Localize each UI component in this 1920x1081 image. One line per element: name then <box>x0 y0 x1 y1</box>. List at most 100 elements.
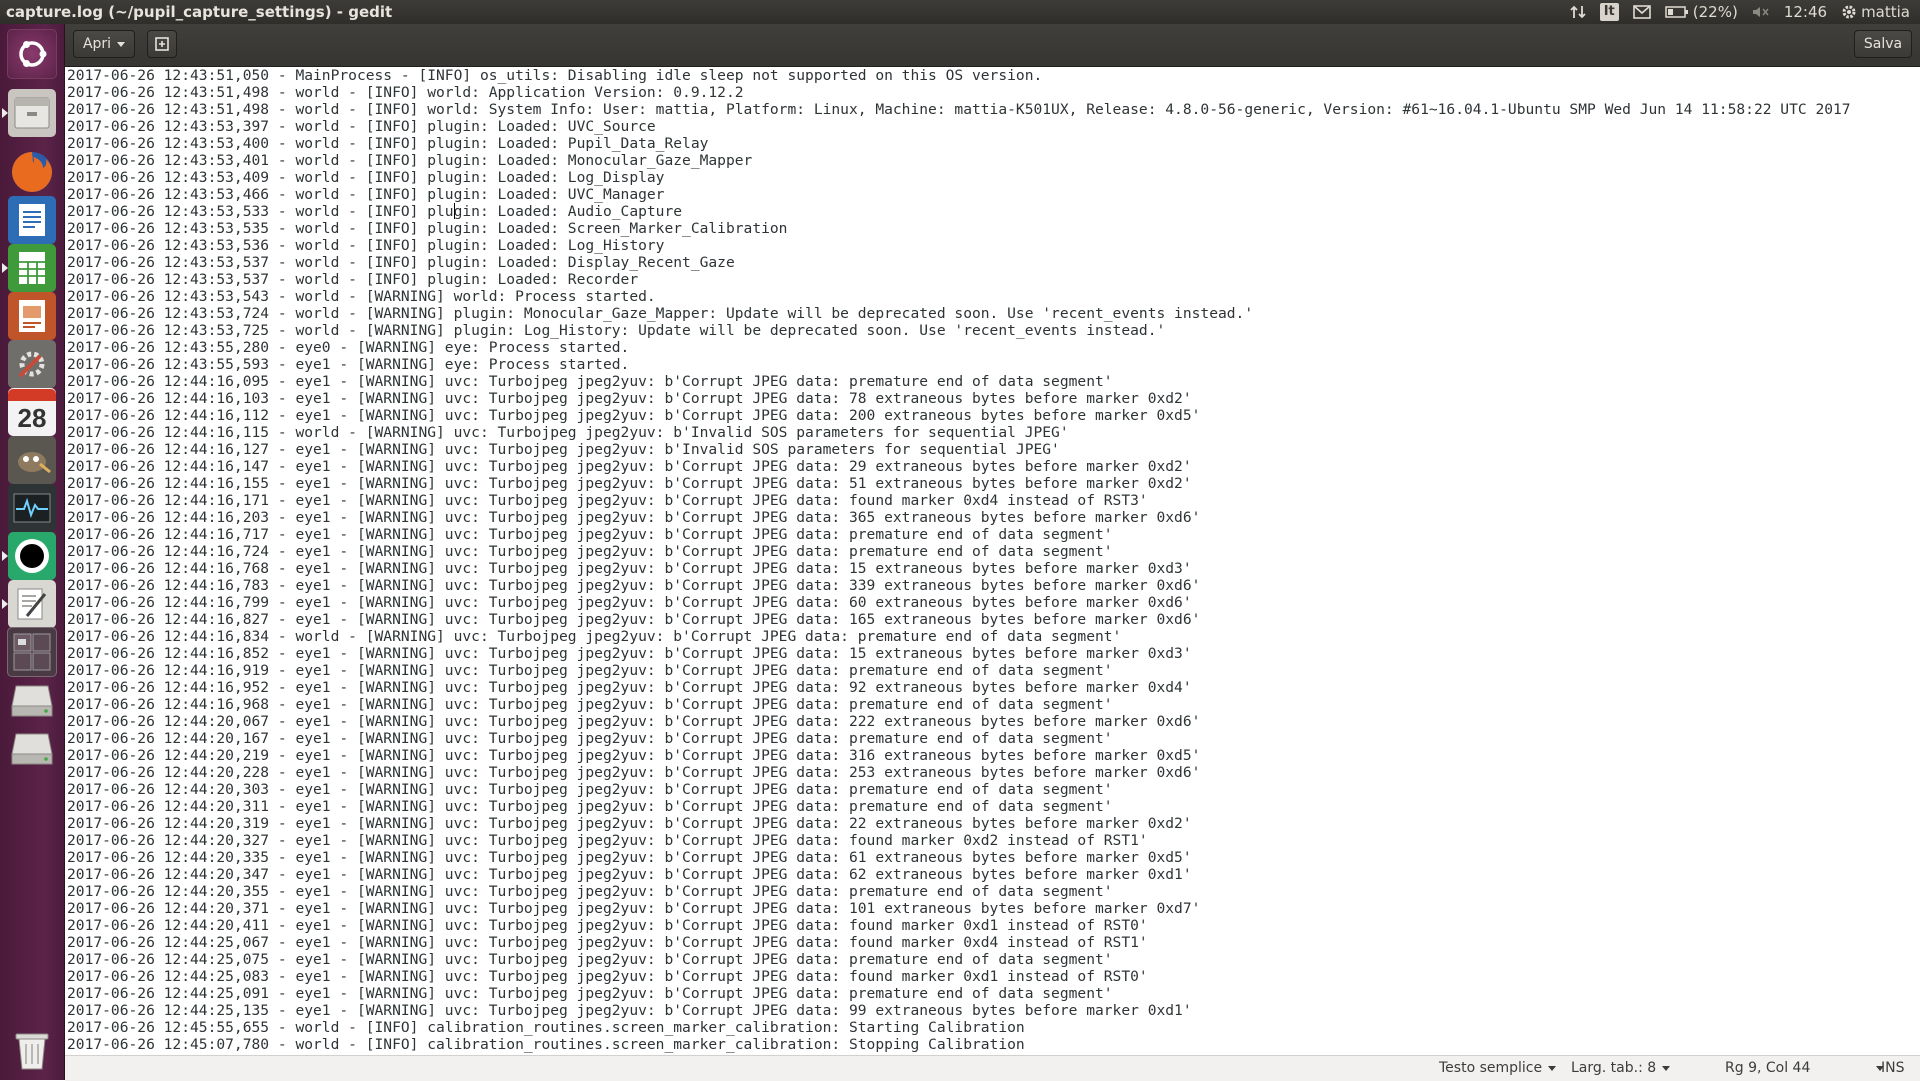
log-line[interactable]: 2017-06-26 12:43:55,280 - eye0 - [WARNIN… <box>67 339 1920 356</box>
log-line[interactable]: 2017-06-26 12:44:16,127 - eye1 - [WARNIN… <box>67 441 1920 458</box>
log-line[interactable]: 2017-06-26 12:44:20,067 - eye1 - [WARNIN… <box>67 713 1920 730</box>
log-line[interactable]: 2017-06-26 12:44:16,827 - eye1 - [WARNIN… <box>67 611 1920 628</box>
header-bar: Apri Salva <box>65 24 1920 67</box>
open-button-label: Apri <box>82 36 112 52</box>
log-line[interactable]: 2017-06-26 12:44:16,112 - eye1 - [WARNIN… <box>67 407 1920 424</box>
dash-button[interactable] <box>6 28 58 80</box>
sound-indicator[interactable] <box>1752 5 1770 19</box>
log-content[interactable]: 2017-06-26 12:43:51,050 - MainProcess - … <box>65 67 1920 1053</box>
log-line[interactable]: 2017-06-26 12:44:16,724 - eye1 - [WARNIN… <box>67 543 1920 560</box>
clock[interactable]: 12:46 <box>1784 3 1827 21</box>
syntax-selector[interactable]: Testo semplice <box>1439 1060 1557 1076</box>
messaging-indicator[interactable] <box>1632 5 1651 19</box>
pupil-launcher[interactable] <box>2 530 58 582</box>
log-line[interactable]: 2017-06-26 12:43:53,533 - world - [INFO]… <box>67 203 1920 220</box>
log-line[interactable]: 2017-06-26 12:43:53,409 - world - [INFO]… <box>67 169 1920 186</box>
running-indicator <box>2 108 8 118</box>
log-line[interactable]: 2017-06-26 12:44:25,135 - eye1 - [WARNIN… <box>67 1002 1920 1019</box>
log-line[interactable]: 2017-06-26 12:44:25,067 - eye1 - [WARNIN… <box>67 934 1920 951</box>
trash-launcher[interactable] <box>6 1024 58 1076</box>
log-line[interactable]: 2017-06-26 12:43:53,537 - world - [INFO]… <box>67 271 1920 288</box>
save-button[interactable]: Salva <box>1854 30 1912 58</box>
log-line[interactable]: 2017-06-26 12:44:16,768 - eye1 - [WARNIN… <box>67 560 1920 577</box>
log-line[interactable]: 2017-06-26 12:44:20,303 - eye1 - [WARNIN… <box>67 781 1920 798</box>
calendar-launcher[interactable]: 28 <box>6 386 58 438</box>
session-menu[interactable]: mattia <box>1841 3 1910 21</box>
firefox-icon <box>12 152 52 192</box>
log-line[interactable]: 2017-06-26 12:44:25,091 - eye1 - [WARNIN… <box>67 985 1920 1002</box>
gimp-launcher[interactable] <box>6 434 58 486</box>
impress-launcher[interactable] <box>6 290 58 342</box>
files-launcher[interactable] <box>2 87 58 139</box>
log-line[interactable]: 2017-06-26 12:44:16,919 - eye1 - [WARNIN… <box>67 662 1920 679</box>
log-line[interactable]: 2017-06-26 12:44:20,347 - eye1 - [WARNIN… <box>67 866 1920 883</box>
log-line[interactable]: 2017-06-26 12:43:53,537 - world - [INFO]… <box>67 254 1920 271</box>
syntax-label: Testo semplice <box>1439 1060 1543 1076</box>
writer-launcher[interactable] <box>6 194 58 246</box>
log-line[interactable]: 2017-06-26 12:43:53,725 - world - [WARNI… <box>67 322 1920 339</box>
log-line[interactable]: 2017-06-26 12:44:20,411 - eye1 - [WARNIN… <box>67 917 1920 934</box>
log-line[interactable]: 2017-06-26 12:43:53,401 - world - [INFO]… <box>67 152 1920 169</box>
log-line[interactable]: 2017-06-26 12:44:16,799 - eye1 - [WARNIN… <box>67 594 1920 611</box>
keyboard-indicator[interactable]: It <box>1599 3 1619 21</box>
log-line[interactable]: 2017-06-26 12:44:16,171 - eye1 - [WARNIN… <box>67 492 1920 509</box>
log-line[interactable]: 2017-06-26 12:44:16,952 - eye1 - [WARNIN… <box>67 679 1920 696</box>
log-line[interactable]: 2017-06-26 12:44:20,167 - eye1 - [WARNIN… <box>67 730 1920 747</box>
text-editor-icon <box>17 588 47 620</box>
log-line[interactable]: 2017-06-26 12:44:16,852 - eye1 - [WARNIN… <box>67 645 1920 662</box>
chevron-down-icon <box>117 41 126 47</box>
log-line[interactable]: 2017-06-26 12:43:53,536 - world - [INFO]… <box>67 237 1920 254</box>
log-line[interactable]: 2017-06-26 12:44:20,228 - eye1 - [WARNIN… <box>67 764 1920 781</box>
cursor-position[interactable]: Rg 9, Col 44 <box>1725 1060 1885 1076</box>
drive-launcher-2[interactable] <box>6 722 58 774</box>
log-line[interactable]: 2017-06-26 12:45:55,655 - world - [INFO]… <box>67 1019 1920 1036</box>
log-line[interactable]: 2017-06-26 12:44:20,311 - eye1 - [WARNIN… <box>67 798 1920 815</box>
battery-indicator[interactable]: (22%) <box>1665 3 1738 21</box>
text-editor-area[interactable]: 2017-06-26 12:43:51,050 - MainProcess - … <box>65 67 1920 1055</box>
log-line[interactable]: 2017-06-26 12:44:16,147 - eye1 - [WARNIN… <box>67 458 1920 475</box>
log-line[interactable]: 2017-06-26 12:43:53,397 - world - [INFO]… <box>67 118 1920 135</box>
log-line[interactable]: 2017-06-26 12:44:16,717 - eye1 - [WARNIN… <box>67 526 1920 543</box>
log-line[interactable]: 2017-06-26 12:44:20,335 - eye1 - [WARNIN… <box>67 849 1920 866</box>
network-indicator[interactable] <box>1570 4 1586 20</box>
settings-launcher[interactable] <box>6 338 58 390</box>
log-line[interactable]: 2017-06-26 12:44:16,968 - eye1 - [WARNIN… <box>67 696 1920 713</box>
new-document-button[interactable] <box>147 30 177 58</box>
log-line[interactable]: 2017-06-26 12:45:07,780 - world - [INFO]… <box>67 1036 1920 1053</box>
log-line[interactable]: 2017-06-26 12:44:16,103 - eye1 - [WARNIN… <box>67 390 1920 407</box>
tab-width-selector[interactable]: Larg. tab.: 8 <box>1571 1060 1671 1076</box>
log-line[interactable]: 2017-06-26 12:43:55,593 - eye1 - [WARNIN… <box>67 356 1920 373</box>
log-line[interactable]: 2017-06-26 12:44:16,095 - eye1 - [WARNIN… <box>67 373 1920 390</box>
log-line[interactable]: 2017-06-26 12:44:20,355 - eye1 - [WARNIN… <box>67 883 1920 900</box>
log-line[interactable]: 2017-06-26 12:44:16,115 - world - [WARNI… <box>67 424 1920 441</box>
log-line[interactable]: 2017-06-26 12:44:25,083 - eye1 - [WARNIN… <box>67 968 1920 985</box>
status-bar: Testo semplice Larg. tab.: 8 Rg 9, Col 4… <box>65 1055 1920 1081</box>
log-line[interactable]: 2017-06-26 12:44:20,319 - eye1 - [WARNIN… <box>67 815 1920 832</box>
log-line[interactable]: 2017-06-26 12:43:53,543 - world - [WARNI… <box>67 288 1920 305</box>
drive-launcher-1[interactable] <box>6 674 58 726</box>
log-line[interactable]: 2017-06-26 12:44:16,155 - eye1 - [WARNIN… <box>67 475 1920 492</box>
calc-launcher[interactable] <box>2 242 58 294</box>
log-line[interactable]: 2017-06-26 12:44:16,203 - eye1 - [WARNIN… <box>67 509 1920 526</box>
log-line[interactable]: 2017-06-26 12:43:53,535 - world - [INFO]… <box>67 220 1920 237</box>
gedit-launcher[interactable] <box>2 578 58 630</box>
open-button[interactable]: Apri <box>73 30 135 58</box>
log-line[interactable]: 2017-06-26 12:44:25,075 - eye1 - [WARNIN… <box>67 951 1920 968</box>
firefox-launcher[interactable] <box>6 146 58 198</box>
system-monitor-launcher[interactable] <box>6 482 58 534</box>
log-line[interactable]: 2017-06-26 12:43:53,724 - world - [WARNI… <box>67 305 1920 322</box>
log-line[interactable]: 2017-06-26 12:43:51,498 - world - [INFO]… <box>67 101 1920 118</box>
log-line[interactable]: 2017-06-26 12:44:20,327 - eye1 - [WARNIN… <box>67 832 1920 849</box>
launcher: 28 <box>0 24 65 1080</box>
workspace-switcher[interactable] <box>6 626 58 678</box>
log-line[interactable]: 2017-06-26 12:44:20,371 - eye1 - [WARNIN… <box>67 900 1920 917</box>
log-line[interactable]: 2017-06-26 12:44:20,219 - eye1 - [WARNIN… <box>67 747 1920 764</box>
running-indicator <box>2 599 8 609</box>
log-line[interactable]: 2017-06-26 12:43:51,050 - MainProcess - … <box>67 67 1920 84</box>
log-line[interactable]: 2017-06-26 12:44:16,783 - eye1 - [WARNIN… <box>67 577 1920 594</box>
log-line[interactable]: 2017-06-26 12:43:51,498 - world - [INFO]… <box>67 84 1920 101</box>
log-line[interactable]: 2017-06-26 12:43:53,466 - world - [INFO]… <box>67 186 1920 203</box>
log-line[interactable]: 2017-06-26 12:43:53,400 - world - [INFO]… <box>67 135 1920 152</box>
log-line[interactable]: 2017-06-26 12:44:16,834 - world - [WARNI… <box>67 628 1920 645</box>
calendar-day: 28 <box>17 403 47 433</box>
